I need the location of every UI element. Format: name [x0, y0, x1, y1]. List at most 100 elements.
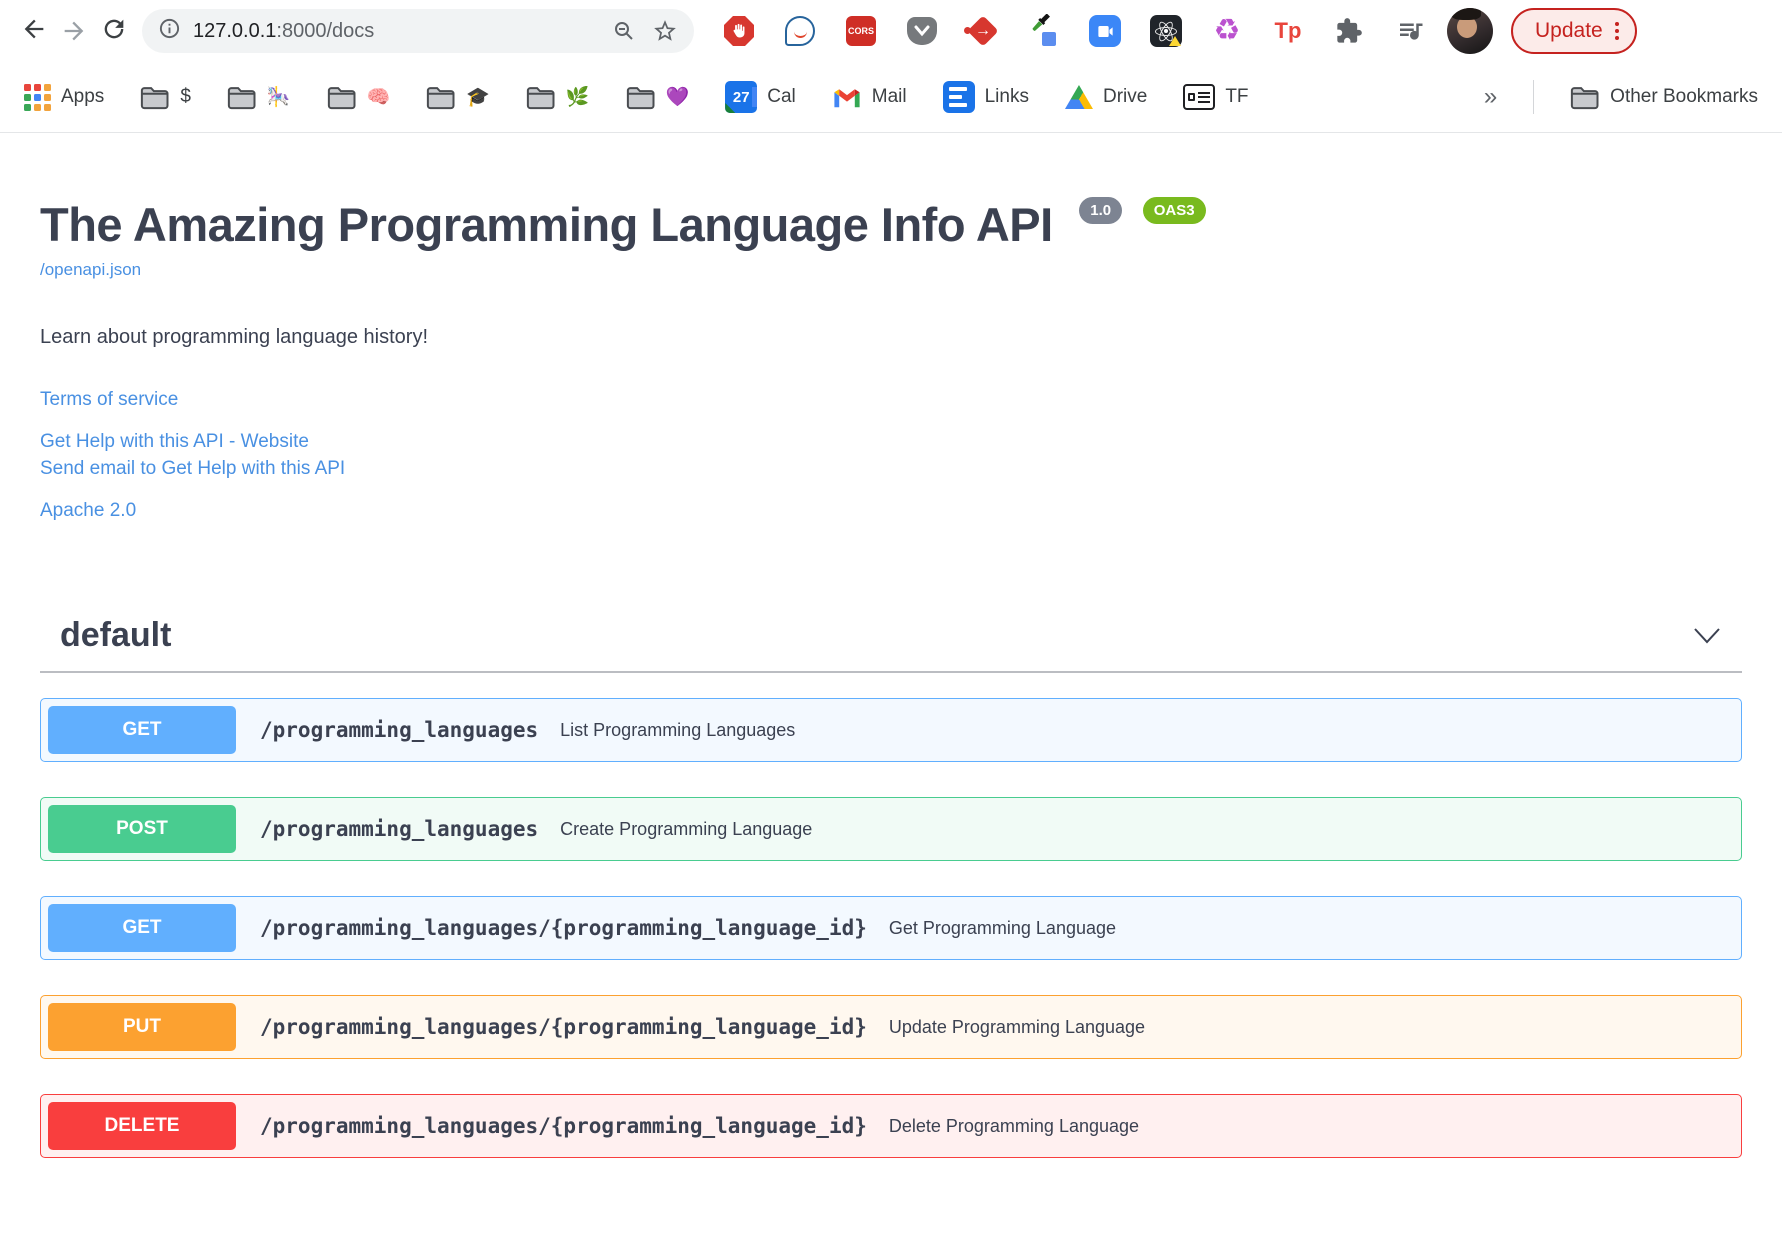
bookmark-folder-brain[interactable]: 🧠: [327, 85, 391, 110]
browser-menu-icon[interactable]: [1614, 22, 1619, 40]
bookmark-label: Drive: [1102, 86, 1148, 107]
bookmark-folder-heart[interactable]: 💜: [626, 85, 690, 110]
zoom-out-icon[interactable]: [612, 19, 636, 43]
oas3-badge: OAS3: [1142, 197, 1206, 224]
method-badge: DELETE: [48, 1102, 236, 1150]
media-controls-icon[interactable]: [1393, 14, 1427, 48]
endpoint-path: /programming_languages/{programming_lang…: [260, 916, 867, 940]
bookmarks-divider: [1533, 80, 1535, 114]
method-badge: PUT: [48, 1003, 236, 1051]
contact-website-link[interactable]: Get Help with this API - Website: [40, 431, 309, 453]
bookmark-label: TF: [1225, 86, 1249, 107]
bookmark-label: 🎓: [466, 87, 490, 108]
version-badge: 1.0: [1079, 197, 1123, 224]
endpoint-row[interactable]: PUT /programming_languages/{programming_…: [40, 995, 1742, 1059]
extensions-puzzle-icon[interactable]: [1332, 14, 1366, 48]
extensions-area: CORS → ♻ Tp: [722, 14, 1427, 48]
bookmark-drive[interactable]: Drive: [1064, 85, 1148, 109]
apps-label: Apps: [61, 86, 105, 107]
back-button[interactable]: [14, 11, 54, 51]
zoom-video-extension-icon[interactable]: [1088, 14, 1122, 48]
bookmark-label: 💜: [665, 87, 690, 108]
bookmark-label: Mail: [871, 86, 907, 107]
endpoint-row[interactable]: DELETE /programming_languages/{programmi…: [40, 1094, 1742, 1158]
red-arrow-extension-icon[interactable]: →: [964, 14, 1000, 48]
endpoint-list: GET /programming_languages List Programm…: [40, 698, 1742, 1158]
section-header[interactable]: default: [40, 616, 1742, 673]
react-devtools-extension-icon[interactable]: [1149, 14, 1183, 48]
cors-extension-icon[interactable]: CORS: [844, 14, 878, 48]
endpoint-row[interactable]: POST /programming_languages Create Progr…: [40, 797, 1742, 861]
other-bookmarks[interactable]: Other Bookmarks: [1570, 85, 1758, 110]
endpoint-summary: Delete Programming Language: [888, 1115, 1140, 1136]
bookmark-star-icon[interactable]: [652, 18, 678, 44]
endpoint-summary: Update Programming Language: [888, 1016, 1146, 1037]
folder-icon: [626, 86, 655, 109]
folder-icon: [227, 86, 256, 109]
gmail-icon: [834, 89, 860, 108]
folder-icon: [427, 86, 455, 109]
apps-grid-icon: [24, 83, 51, 111]
collapse-chevron-icon[interactable]: [1692, 627, 1722, 645]
contact-email-link[interactable]: Send email to Get Help with this API: [40, 458, 345, 480]
folder-icon: [526, 86, 555, 109]
method-badge: GET: [48, 904, 236, 952]
folder-icon: [327, 86, 356, 109]
endpoint-path: /programming_languages: [260, 817, 539, 841]
endpoint-path: /programming_languages/{programming_lang…: [260, 1015, 867, 1039]
url-text: 127.0.0.1:8000/docs: [193, 19, 375, 42]
api-description: Learn about programming language history…: [40, 326, 429, 348]
page-info-icon[interactable]: [158, 17, 181, 45]
page-title: The Amazing Programming Language Info AP…: [40, 197, 1742, 252]
browser-toolbar: 127.0.0.1:8000/docs CORS → ♻ Tp Update: [0, 0, 1782, 62]
address-bar[interactable]: 127.0.0.1:8000/docs: [142, 9, 694, 53]
chat-bubble-extension-icon[interactable]: [783, 14, 817, 48]
bookmark-folder-graduation[interactable]: 🎓: [426, 85, 490, 110]
adblock-extension-icon[interactable]: [722, 14, 756, 48]
bookmark-label: Links: [984, 86, 1029, 107]
license-link[interactable]: Apache 2.0: [40, 500, 136, 522]
bookmark-folder-herb[interactable]: 🌿: [526, 85, 590, 110]
bookmarks-overflow-chevron[interactable]: »: [1484, 83, 1497, 111]
endpoint-path: /programming_languages: [260, 718, 539, 742]
tp-extension-icon[interactable]: Tp: [1271, 14, 1305, 48]
apps-shortcut[interactable]: Apps: [24, 83, 105, 111]
pocket-extension-icon[interactable]: [905, 14, 939, 48]
endpoint-summary: Create Programming Language: [560, 818, 813, 839]
swagger-docs-page: The Amazing Programming Language Info AP…: [0, 133, 1782, 1158]
reload-icon: [100, 15, 128, 48]
drive-icon: [1064, 85, 1093, 109]
bookmark-tf[interactable]: TF: [1183, 84, 1249, 110]
bookmark-calendar[interactable]: 27 Cal: [725, 81, 796, 113]
default-tag-section: default GET /programming_languages List …: [40, 616, 1742, 1158]
endpoint-summary: List Programming Languages: [560, 719, 796, 740]
links-icon: [942, 81, 975, 113]
endpoint-row[interactable]: GET /programming_languages/{programming_…: [40, 896, 1742, 960]
bookmark-label: Cal: [767, 86, 796, 107]
recycle-extension-icon[interactable]: ♻: [1210, 14, 1244, 48]
reload-button[interactable]: [94, 11, 134, 51]
calendar-icon: 27: [725, 81, 758, 113]
bookmark-folder-dollar[interactable]: $: [140, 85, 191, 110]
endpoint-summary: Get Programming Language: [888, 917, 1117, 938]
update-button[interactable]: Update: [1511, 8, 1637, 54]
method-badge: GET: [48, 706, 236, 754]
terms-of-service-link[interactable]: Terms of service: [40, 389, 178, 411]
forward-button[interactable]: [54, 11, 94, 51]
bookmark-label: 🧠: [366, 87, 391, 108]
bookmark-label: 🎠: [266, 87, 291, 108]
openapi-json-link[interactable]: /openapi.json: [40, 260, 141, 280]
endpoint-row[interactable]: GET /programming_languages List Programm…: [40, 698, 1742, 762]
update-label: Update: [1535, 19, 1603, 42]
bookmark-folder-carousel[interactable]: 🎠: [227, 85, 291, 110]
bookmark-links[interactable]: Links: [942, 81, 1029, 113]
endpoint-path: /programming_languages/{programming_lang…: [260, 1114, 867, 1138]
other-bookmarks-label: Other Bookmarks: [1610, 86, 1758, 107]
folder-icon: [1571, 86, 1599, 109]
profile-avatar[interactable]: [1447, 8, 1493, 54]
section-title: default: [60, 616, 172, 654]
api-title-text: The Amazing Programming Language Info AP…: [40, 198, 1053, 251]
color-picker-extension-icon[interactable]: [1027, 14, 1061, 48]
bookmark-label: 🌿: [565, 87, 590, 108]
bookmark-mail[interactable]: Mail: [832, 85, 907, 109]
